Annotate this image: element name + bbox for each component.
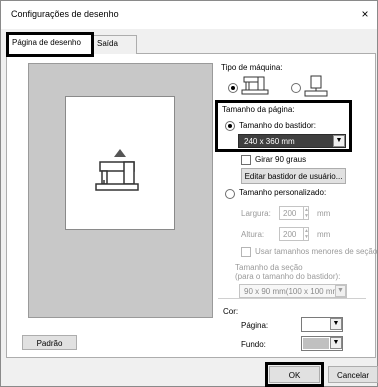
width-label: Largura: <box>241 209 271 218</box>
rotate-90-label: Girar 90 graus <box>255 155 307 164</box>
width-unit: mm <box>317 209 331 218</box>
custom-size-radio[interactable] <box>225 189 235 199</box>
tab-output[interactable]: Saída <box>93 35 137 54</box>
divider <box>218 298 366 299</box>
chevron-down-icon[interactable]: ▼ <box>335 285 346 297</box>
color-label: Cor: <box>223 307 239 316</box>
page-size-label: Tamanho da página: <box>222 105 295 114</box>
up-arrow-icon <box>114 149 126 157</box>
height-spinner-icon[interactable]: ▲ ▼ <box>303 228 309 240</box>
height-value: 200 <box>283 230 297 239</box>
smaller-sections-checkbox[interactable] <box>241 247 251 257</box>
embroidery-machine-icon <box>304 75 328 97</box>
sewing-machine-icon <box>241 76 269 95</box>
preview-page <box>65 96 175 230</box>
background-color-label: Fundo: <box>241 340 266 349</box>
width-value: 200 <box>283 209 297 218</box>
section-size-sublabel: (para o tamanho do bastidor): <box>235 272 341 281</box>
edit-user-hoop-button[interactable]: Editar bastidor de usuário... <box>241 168 346 184</box>
machine-type-radio-embroidery[interactable] <box>291 83 301 93</box>
hoop-size-select[interactable]: 240 x 360 mm <box>238 134 346 148</box>
default-button[interactable]: Padrão <box>22 335 77 350</box>
custom-size-label: Tamanho personalizado: <box>239 188 327 197</box>
section-size-select[interactable]: 90 x 90 mm(100 x 100 mm <box>239 284 347 298</box>
page-color-swatch <box>303 319 329 330</box>
close-button[interactable]: × <box>356 5 374 23</box>
page-color-label: Página: <box>241 321 269 330</box>
section-size-label: Tamanho da seção <box>235 263 303 272</box>
smaller-sections-label: Usar tamanhos menores de seção. <box>255 247 378 256</box>
sewing-machine-icon <box>95 161 139 191</box>
chevron-down-icon[interactable]: ▼ <box>333 135 345 147</box>
hoop-size-label: Tamanho do bastidor: <box>239 121 316 130</box>
section-size-value: 90 x 90 mm(100 x 100 mm <box>244 287 340 296</box>
rotate-90-checkbox[interactable] <box>241 155 251 165</box>
hoop-size-radio[interactable] <box>225 121 235 131</box>
chevron-down-icon[interactable]: ▼ <box>330 337 342 349</box>
height-unit: mm <box>317 230 331 239</box>
cancel-button[interactable]: Cancelar <box>328 366 378 383</box>
width-spinner-icon[interactable]: ▲ ▼ <box>303 207 309 219</box>
hoop-size-value: 240 x 360 mm <box>244 137 295 146</box>
background-color-swatch <box>303 338 329 349</box>
tab-focus-highlight <box>6 32 94 57</box>
ok-button[interactable]: OK <box>269 366 320 383</box>
machine-type-label: Tipo de máquina: <box>221 63 283 72</box>
design-settings-dialog: Configurações de desenho × Saída Página … <box>0 0 378 387</box>
window-title: Configurações de desenho <box>11 9 119 19</box>
chevron-down-icon[interactable]: ▼ <box>330 318 342 330</box>
machine-type-radio-sewing[interactable] <box>228 83 238 93</box>
height-label: Altura: <box>241 230 265 239</box>
background-color-picker[interactable]: ▼ <box>301 336 343 351</box>
page-color-picker[interactable]: ▼ <box>301 317 343 332</box>
